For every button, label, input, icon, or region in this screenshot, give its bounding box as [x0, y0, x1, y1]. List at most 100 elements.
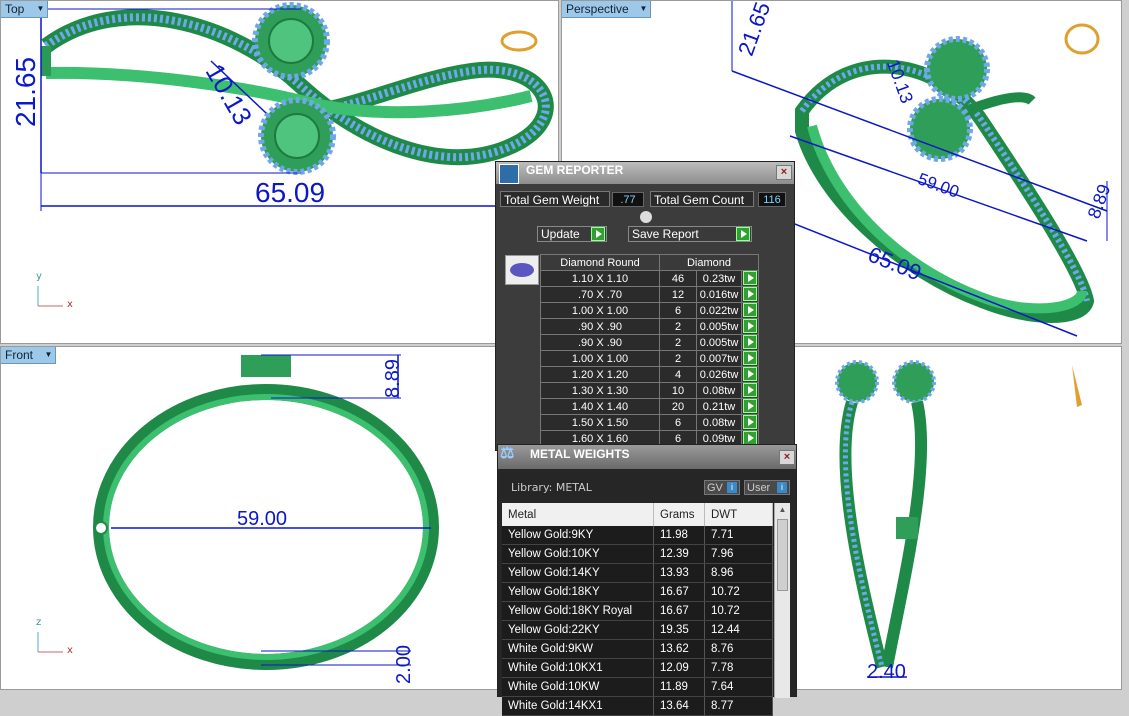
- dimension-width: 2.40: [867, 661, 906, 683]
- gem-size: 1.00 X 1.00: [540, 350, 660, 367]
- axis-x-label: x: [67, 645, 73, 656]
- play-icon[interactable]: [743, 351, 757, 365]
- play-icon[interactable]: [743, 415, 757, 429]
- metal-row[interactable]: White Gold:9KW 13.62 8.76: [502, 639, 773, 659]
- chevron-down-icon[interactable]: ▼: [34, 1, 48, 18]
- gem-row-action[interactable]: [741, 302, 759, 319]
- save-report-play-icon[interactable]: [736, 227, 750, 241]
- metal-grams: 12.09: [653, 658, 705, 678]
- gem-row-action[interactable]: [741, 318, 759, 335]
- gem-row-action[interactable]: [741, 414, 759, 431]
- metal-grams: 13.93: [653, 563, 705, 583]
- metal-row[interactable]: Yellow Gold:10KY 12.39 7.96: [502, 544, 773, 564]
- dimension-height: 8.89: [381, 359, 404, 398]
- metal-dwt: 8.77: [704, 696, 773, 716]
- viewport-perspective-tab[interactable]: Perspective: [562, 1, 638, 18]
- gem-row[interactable]: 1.20 X 1.20 4 0.026tw: [540, 366, 759, 383]
- chevron-down-icon[interactable]: ▼: [42, 347, 56, 364]
- play-icon[interactable]: [743, 367, 757, 381]
- close-icon[interactable]: ×: [776, 165, 792, 180]
- metal-row[interactable]: White Gold:14KX1 13.64 8.77: [502, 696, 773, 716]
- metal-dwt: 8.96: [704, 563, 773, 583]
- gem-row[interactable]: 1.40 X 1.40 20 0.21tw: [540, 398, 759, 415]
- gem-row[interactable]: .90 X .90 2 0.005tw: [540, 334, 759, 351]
- gem-row[interactable]: .70 X .70 12 0.016tw: [540, 286, 759, 303]
- metal-row[interactable]: Yellow Gold:22KY 19.35 12.44: [502, 620, 773, 640]
- play-icon[interactable]: [743, 303, 757, 317]
- metal-dwt: 7.64: [704, 677, 773, 697]
- gem-total-weight: 0.007tw: [696, 350, 742, 367]
- gem-row[interactable]: 1.30 X 1.30 10 0.08tw: [540, 382, 759, 399]
- metal-row[interactable]: Yellow Gold:18KY 16.67 10.72: [502, 582, 773, 602]
- gem-row[interactable]: 1.00 X 1.00 2 0.007tw: [540, 350, 759, 367]
- gem-count: 6: [659, 302, 697, 319]
- library-label: Library: METAL: [511, 481, 592, 494]
- metal-grams: 11.89: [653, 677, 705, 697]
- gem-total-weight: 0.022tw: [696, 302, 742, 319]
- play-icon[interactable]: [743, 399, 757, 413]
- viewport-top[interactable]: Top ▼ 21.65 65.09 10.13 y x: [0, 0, 559, 344]
- gem-row[interactable]: .90 X .90 2 0.005tw: [540, 318, 759, 335]
- gem-row[interactable]: 1.50 X 1.50 6 0.08tw: [540, 414, 759, 431]
- metal-name: Yellow Gold:22KY: [502, 620, 654, 640]
- expand-toggle-icon[interactable]: [640, 211, 652, 223]
- scale-icon: ⚖: [500, 445, 515, 462]
- save-report-button[interactable]: Save Report: [628, 226, 752, 242]
- metal-row[interactable]: Yellow Gold:14KY 13.93 8.96: [502, 563, 773, 583]
- metal-table-scrollbar[interactable]: ▲: [774, 503, 790, 698]
- top-view-model: [37, 2, 554, 307]
- gv-toggle[interactable]: GV i: [704, 480, 740, 495]
- play-icon[interactable]: [743, 383, 757, 397]
- play-icon[interactable]: [743, 271, 757, 285]
- metal-grams: 16.67: [653, 582, 705, 602]
- gem-row-action[interactable]: [741, 398, 759, 415]
- play-icon[interactable]: [743, 431, 757, 445]
- gem-reporter-titlebar[interactable]: GEM REPORTER ×: [496, 162, 794, 184]
- gem-row-action[interactable]: [741, 334, 759, 351]
- metal-grams: 13.64: [653, 696, 705, 716]
- gem-reporter-title: GEM REPORTER: [526, 163, 624, 177]
- update-play-icon[interactable]: [591, 227, 605, 241]
- metal-weights-title: METAL WEIGHTS: [530, 447, 630, 461]
- close-icon[interactable]: ×: [779, 450, 795, 465]
- gem-row-action[interactable]: [741, 382, 759, 399]
- metal-dwt: 10.72: [704, 582, 773, 602]
- gem-icon: [499, 164, 519, 184]
- gem-row-action[interactable]: [741, 366, 759, 383]
- gem-size: .70 X .70: [540, 286, 660, 303]
- metal-weights-titlebar[interactable]: ⚖ METAL WEIGHTS ×: [498, 445, 796, 469]
- metal-row[interactable]: White Gold:10KW 11.89 7.64: [502, 677, 773, 697]
- axis-z-label: z: [36, 617, 42, 628]
- gem-row-action[interactable]: [741, 270, 759, 287]
- scroll-up-icon[interactable]: ▲: [775, 503, 790, 517]
- user-label: User: [747, 482, 771, 494]
- metal-row[interactable]: White Gold:10KX1 12.09 7.78: [502, 658, 773, 678]
- user-toggle[interactable]: User i: [744, 480, 790, 495]
- play-icon[interactable]: [743, 319, 757, 333]
- scroll-thumb[interactable]: [777, 519, 788, 591]
- col-grams-header: Grams: [653, 503, 705, 526]
- gem-reporter-panel: GEM REPORTER × Total Gem Weight .77 Tota…: [495, 161, 795, 451]
- gem-row-action[interactable]: [741, 286, 759, 303]
- viewport-front-tab[interactable]: Front: [1, 347, 48, 364]
- metal-name: Yellow Gold:9KY: [502, 526, 654, 545]
- metal-row[interactable]: Yellow Gold:9KY 11.98 7.71: [502, 526, 773, 545]
- info-icon: i: [727, 482, 737, 493]
- metal-name: White Gold:14KX1: [502, 696, 654, 716]
- col-metal-header: Metal: [502, 503, 654, 526]
- chevron-down-icon[interactable]: ▼: [637, 1, 651, 18]
- gem-count: 2: [659, 318, 697, 335]
- gem-row[interactable]: 1.10 X 1.10 46 0.23tw: [540, 270, 759, 287]
- play-icon[interactable]: [743, 287, 757, 301]
- play-icon[interactable]: [743, 335, 757, 349]
- gem-count: 4: [659, 366, 697, 383]
- metal-dwt: 10.72: [704, 601, 773, 621]
- gem-row-action[interactable]: [741, 350, 759, 367]
- gv-label: GV: [707, 482, 723, 494]
- metal-grams: 13.62: [653, 639, 705, 659]
- gem-size: 1.20 X 1.20: [540, 366, 660, 383]
- viewport-front[interactable]: Front ▼ 59.00 8.89 2.00 z x: [0, 346, 559, 690]
- gem-row[interactable]: 1.00 X 1.00 6 0.022tw: [540, 302, 759, 319]
- metal-row[interactable]: Yellow Gold:18KY Royal 16.67 10.72: [502, 601, 773, 621]
- col-dwt-header: DWT: [704, 503, 773, 526]
